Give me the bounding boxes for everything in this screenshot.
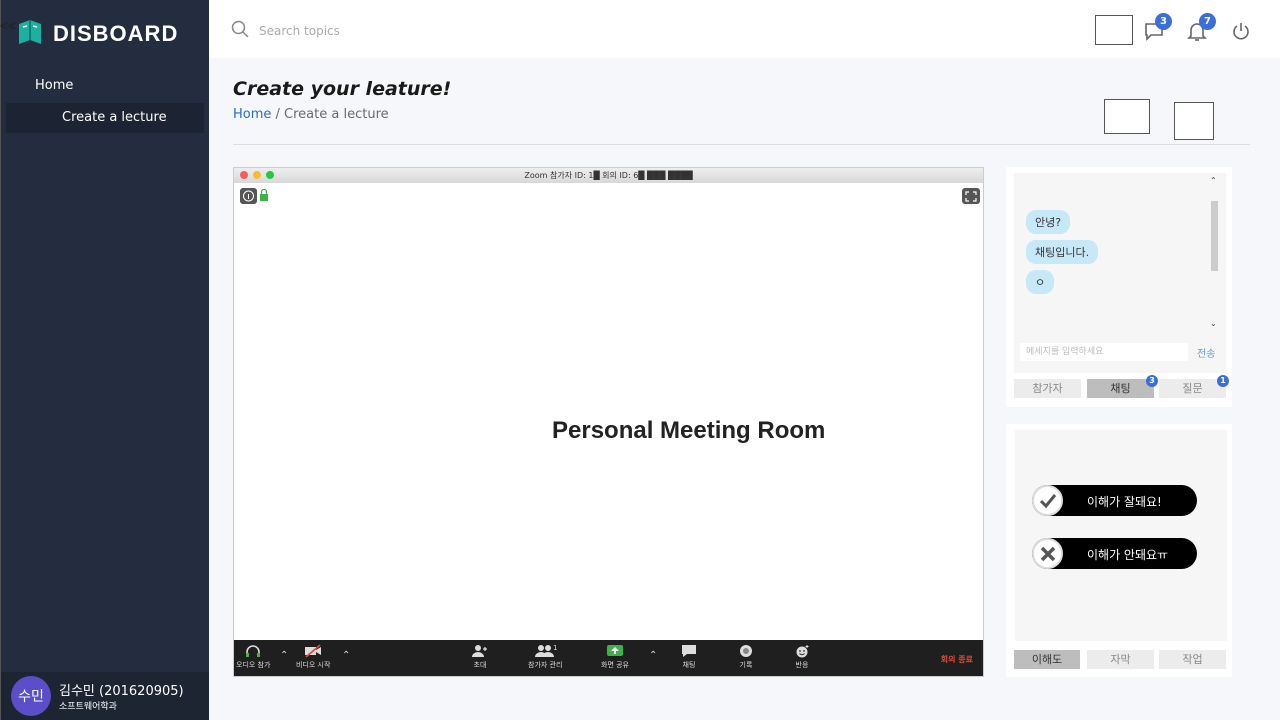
chat-scrollbar[interactable]: ⌃ ⌄ xyxy=(1209,176,1219,331)
chat-message: ㅇ xyxy=(1026,270,1055,294)
share-options-chevron-icon[interactable]: ⌃ xyxy=(649,650,657,661)
understand-bad-label: 이해가 안돼요ㅠ xyxy=(1087,548,1169,562)
zoom-window[interactable]: Zoom 참가자 ID: 1█ 회의 ID: 6█ ███ ████ Perso… xyxy=(233,167,984,677)
video-button[interactable]: 비디오 시작 xyxy=(296,644,330,670)
x-icon xyxy=(1032,538,1063,569)
header-placeholder-box-2[interactable] xyxy=(1174,102,1214,140)
page-title: Create your leature! xyxy=(233,78,452,100)
search-bar[interactable]: Search topics xyxy=(231,20,340,42)
zoom-titlebar: Zoom 참가자 ID: 1█ 회의 ID: 6█ ███ ████ xyxy=(234,168,983,183)
record-label: 기록 xyxy=(739,661,753,669)
audio-options-chevron-icon[interactable]: ⌃ xyxy=(280,650,288,661)
avatar: 수민 xyxy=(11,676,51,716)
reaction-icon xyxy=(796,645,809,658)
breadcrumb-home[interactable]: Home xyxy=(233,107,271,122)
sidebar-toggle-button[interactable]: << xyxy=(0,19,16,34)
sidebar-item-home[interactable]: Home xyxy=(35,78,73,93)
sidebar-item-create-lecture[interactable]: Create a lecture xyxy=(6,103,204,133)
message-badge: 3 xyxy=(1155,13,1172,30)
search-input[interactable]: Search topics xyxy=(259,24,340,38)
participants-icon: 1 xyxy=(535,644,557,657)
scroll-thumb[interactable] xyxy=(1211,201,1218,271)
power-icon[interactable] xyxy=(1230,20,1252,46)
scroll-up-icon[interactable]: ⌃ xyxy=(1210,176,1217,185)
video-label: 비디오 시작 xyxy=(296,661,331,669)
headphone-icon xyxy=(246,645,261,657)
user-department: 소프트웨어학과 xyxy=(59,702,117,712)
sidebar: DISBOARD Home Create a lecture 수민 김수민 (2… xyxy=(0,0,209,720)
chat-tab-badge: 3 xyxy=(1146,375,1158,387)
chat-message: 안녕? xyxy=(1026,210,1071,234)
info-icon[interactable] xyxy=(240,188,270,208)
share-label: 화면 공유 xyxy=(601,661,629,669)
understand-bad-button[interactable]: 이해가 안돼요ㅠ xyxy=(1032,538,1197,569)
header-placeholder-box-1[interactable] xyxy=(1104,99,1150,134)
scroll-down-icon[interactable]: ⌄ xyxy=(1210,319,1217,328)
end-meeting-button[interactable]: 회의 종료 xyxy=(941,654,973,665)
tab-understanding[interactable]: 이해도 xyxy=(1014,650,1080,669)
chat-message: 채팅입니다. xyxy=(1026,240,1099,264)
participants-label: 참가자 관리 xyxy=(528,661,563,669)
reaction-button[interactable]: 반응 xyxy=(793,644,811,670)
understand-good-label: 이해가 잘돼요! xyxy=(1087,495,1162,509)
message-input[interactable]: 메세지를 입력하세요 xyxy=(1020,343,1188,361)
divider xyxy=(233,144,1250,145)
chat-button[interactable]: 채팅 xyxy=(680,644,698,670)
topbar: Search topics 3 7 xyxy=(209,0,1280,58)
audio-button[interactable]: 오디오 참가 xyxy=(236,644,270,670)
chat-label: 채팅 xyxy=(682,661,696,669)
zoom-toolbar: 오디오 참가 ⌃ 비디오 시작 ⌃ 초대 1 참가자 관리 화면 공유 ⌃ 채팅… xyxy=(234,640,983,676)
understand-good-button[interactable]: 이해가 잘돼요! xyxy=(1032,485,1197,516)
chat-panel: 안녕? 채팅입니다. ㅇ ⌃ ⌄ 메세지를 입력하세요 전송 참가자 채팅 3 … xyxy=(1006,167,1232,407)
check-icon xyxy=(1032,485,1063,516)
chat-icon xyxy=(682,645,696,657)
tab-participants[interactable]: 참가자 xyxy=(1014,379,1081,398)
invite-button[interactable]: 초대 xyxy=(471,644,489,670)
user-name: 김수민 (201620905) xyxy=(59,684,184,699)
share-screen-button[interactable]: 화면 공유 xyxy=(601,644,629,670)
fullscreen-icon[interactable] xyxy=(962,188,980,204)
question-tab-badge: 1 xyxy=(1217,375,1229,387)
video-options-chevron-icon[interactable]: ⌃ xyxy=(342,650,350,661)
breadcrumb-current: Create a lecture xyxy=(284,107,389,122)
invite-label: 초대 xyxy=(473,661,487,669)
notification-badge: 7 xyxy=(1199,13,1216,30)
breadcrumb-separator: / xyxy=(271,107,285,122)
user-profile[interactable]: 수민 김수민 (201620905) 소프트웨어학과 xyxy=(1,672,209,720)
tab-chat[interactable]: 채팅 xyxy=(1087,379,1154,398)
top-placeholder-box[interactable] xyxy=(1095,15,1133,45)
logo-text: DISBOARD xyxy=(53,21,179,46)
reaction-label: 반응 xyxy=(795,661,809,669)
tab-questions[interactable]: 질문 xyxy=(1159,379,1226,398)
tab-tasks[interactable]: 작업 xyxy=(1159,650,1226,669)
zoom-window-title: Zoom 참가자 ID: 1█ 회의 ID: 6█ ███ ████ xyxy=(524,171,693,180)
send-button[interactable]: 전송 xyxy=(1197,345,1215,360)
video-off-icon xyxy=(305,644,322,658)
book-logo-icon xyxy=(17,18,43,50)
search-icon xyxy=(231,20,249,42)
participants-button[interactable]: 1 참가자 관리 xyxy=(528,644,562,670)
share-screen-icon xyxy=(607,645,623,656)
add-user-icon xyxy=(472,645,487,657)
svg-text:1: 1 xyxy=(553,644,557,652)
record-icon xyxy=(740,645,752,657)
tab-subtitles[interactable]: 자막 xyxy=(1087,650,1154,669)
understanding-panel: 이해가 잘돼요! 이해가 안돼요ㅠ 이해도 자막 작업 xyxy=(1006,424,1232,677)
meeting-room-name: Personal Meeting Room xyxy=(552,417,826,444)
breadcrumb: Home / Create a lecture xyxy=(233,107,389,122)
audio-label: 오디오 참가 xyxy=(236,661,271,669)
understanding-area: 이해가 잘돼요! 이해가 안돼요ㅠ xyxy=(1015,430,1227,641)
logo[interactable]: DISBOARD xyxy=(17,18,178,50)
record-button[interactable]: 기록 xyxy=(737,644,755,670)
